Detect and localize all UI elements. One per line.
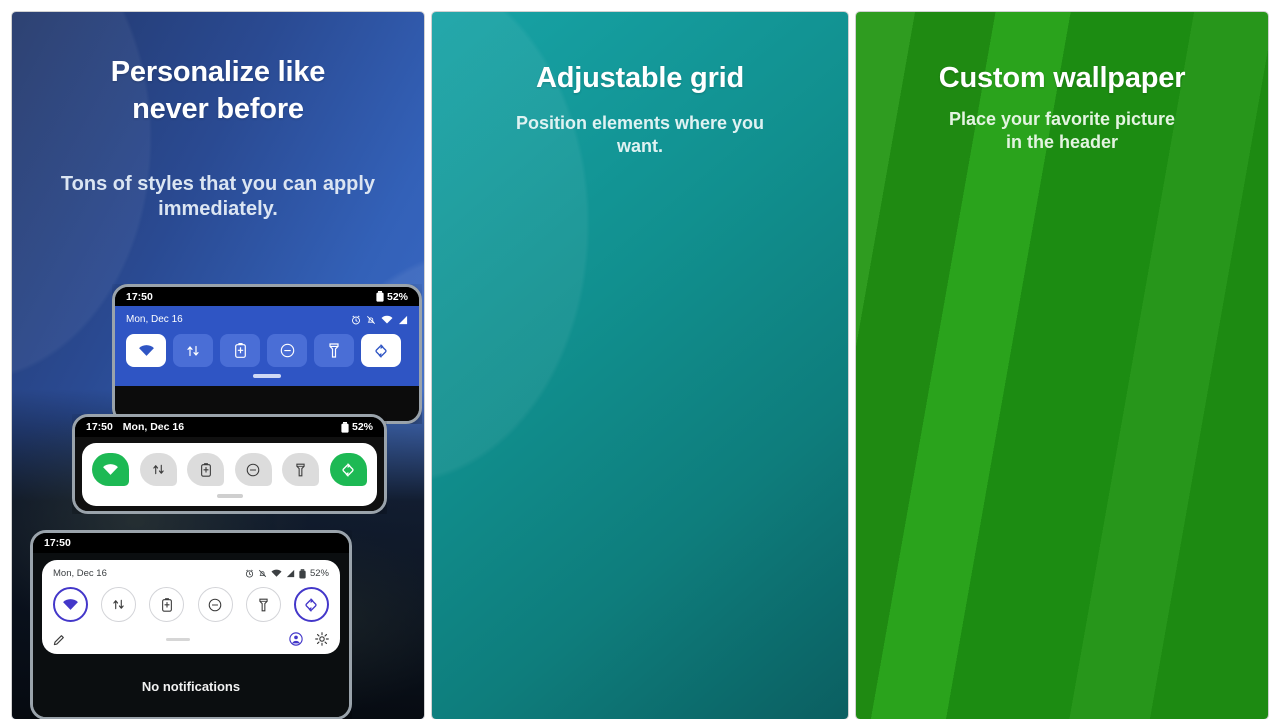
phone-mockup-white-qs: 17:50 Mon, Dec 16 52%: [72, 414, 387, 514]
status-time: 17:50: [86, 421, 113, 433]
qs-tile-flashlight[interactable]: [282, 453, 320, 486]
panel-1-title-line2: never before: [132, 93, 304, 126]
qs-tile-mobile-data[interactable]: [139, 453, 177, 486]
feature-panel-adjustable-grid: Adjustable grid Position elements where …: [432, 12, 848, 719]
settings-gear-icon[interactable]: [315, 632, 329, 646]
user-account-icon[interactable]: [289, 632, 303, 646]
status-time: 17:50: [44, 537, 71, 549]
battery-percent: 52%: [351, 421, 373, 433]
qs-tile-auto-rotate[interactable]: [293, 587, 329, 622]
no-notifications-text: No notifications: [141, 679, 241, 694]
qs-tile-dnd[interactable]: [197, 587, 233, 622]
panel-1-title: Personalize like never before: [12, 54, 424, 128]
qs-tile-battery-saver[interactable]: [187, 453, 225, 486]
qs-status-icons: 52%: [245, 568, 329, 579]
qs-status-icons: [351, 315, 408, 325]
qs-footer-actions: [289, 632, 329, 646]
notifications-off-icon: [366, 315, 376, 325]
qs-date: Mon, Dec 16: [53, 568, 107, 579]
phone-screen: Mon, Dec 16: [115, 306, 419, 421]
signal-icon: [286, 569, 295, 578]
qs-tile-wifi[interactable]: [92, 453, 129, 486]
feature-panel-custom-wallpaper: Custom wallpaper Place your favorite pic…: [856, 12, 1268, 719]
phone-frame: 17:50 Mon, Dec 16 52% No notifications: [30, 530, 352, 719]
qs-tile-dnd[interactable]: [267, 334, 307, 367]
panel-2-title: Adjustable grid: [535, 62, 745, 94]
qs-tile-wifi[interactable]: [126, 334, 166, 367]
panel-2-subtitle-line2: want.: [616, 135, 663, 156]
qs-header-row: Mon, Dec 16: [53, 568, 329, 579]
battery-percent: 52%: [386, 290, 408, 303]
status-right: 52%: [376, 291, 408, 303]
alarm-icon: [245, 569, 254, 578]
quick-settings-panel: Mon, Dec 16: [42, 560, 340, 654]
phone-screen: [75, 437, 384, 511]
drag-handle[interactable]: [253, 374, 281, 378]
qs-tile-wifi[interactable]: [53, 587, 88, 622]
wifi-icon: [381, 315, 393, 325]
status-date: Mon, Dec 16: [122, 421, 185, 433]
qs-tile-auto-rotate[interactable]: [361, 334, 401, 367]
qs-tile-auto-rotate[interactable]: [329, 453, 367, 486]
panel-3-subtitle-line2: in the header: [1005, 131, 1119, 152]
signal-icon: [398, 315, 408, 325]
panel-3-subtitle-line1: Place your favorite picture: [948, 109, 1176, 129]
battery-icon: [341, 421, 349, 433]
qs-tile-battery-saver[interactable]: [149, 587, 185, 622]
status-bar: 17:50 52%: [115, 287, 419, 306]
qs-date: Mon, Dec 16: [126, 314, 183, 325]
qs-header-row: Mon, Dec 16: [126, 314, 408, 325]
qs-tile-dnd[interactable]: [234, 453, 272, 486]
qs-footer-row: [53, 632, 329, 646]
phone-mockup-blue-qs: 17:50 52% Mon, Dec 16: [112, 284, 422, 424]
qs-tile-battery-saver[interactable]: [220, 334, 260, 367]
qs-tile-flashlight[interactable]: [314, 334, 354, 367]
qs-tiles: [126, 334, 408, 367]
wifi-icon: [271, 569, 282, 578]
phone-frame: 17:50 Mon, Dec 16 52%: [72, 414, 387, 514]
battery-percent: 52%: [309, 568, 329, 579]
phone-frame: 17:50 52% Mon, Dec 16: [112, 284, 422, 424]
qs-tile-mobile-data[interactable]: [101, 587, 137, 622]
feature-panel-personalize: Personalize like never before Tons of st…: [12, 12, 424, 719]
edit-pencil-icon[interactable]: [53, 633, 66, 646]
screenshot-stage: Personalize like never before Tons of st…: [0, 0, 1280, 719]
battery-icon: [376, 291, 384, 302]
status-left: 17:50 Mon, Dec 16: [86, 421, 184, 433]
panel-1-title-line1: Personalize like: [110, 56, 326, 88]
quick-settings-panel: [82, 443, 377, 506]
alarm-icon: [351, 315, 361, 325]
qs-tile-flashlight[interactable]: [245, 587, 281, 622]
panel-2-subtitle: Position elements where you want.: [432, 112, 848, 157]
battery-icon: [299, 568, 306, 579]
status-bar: 17:50 Mon, Dec 16 52%: [75, 417, 384, 437]
phone-mockup-outline-qs: 17:50 Mon, Dec 16 52% No notifications: [30, 530, 352, 719]
status-right: 52%: [341, 421, 373, 433]
quick-settings-panel: Mon, Dec 16: [115, 306, 419, 386]
notifications-off-icon: [258, 569, 267, 578]
phone-screen: Mon, Dec 16: [33, 553, 349, 717]
drag-handle[interactable]: [216, 494, 243, 498]
status-bar: 17:50: [33, 533, 349, 553]
panel-2-subtitle-line1: Position elements where you: [515, 113, 765, 133]
qs-tiles: [92, 453, 367, 486]
status-time: 17:50: [126, 290, 153, 303]
panel-1-subtitle: Tons of styles that you can apply immedi…: [60, 173, 376, 220]
qs-tiles: [53, 587, 329, 622]
qs-tile-mobile-data[interactable]: [173, 334, 213, 367]
drag-handle[interactable]: [165, 637, 190, 641]
panel-3-subtitle: Place your favorite picture in the heade…: [856, 108, 1268, 153]
panel-3-title: Custom wallpaper: [938, 62, 1186, 94]
